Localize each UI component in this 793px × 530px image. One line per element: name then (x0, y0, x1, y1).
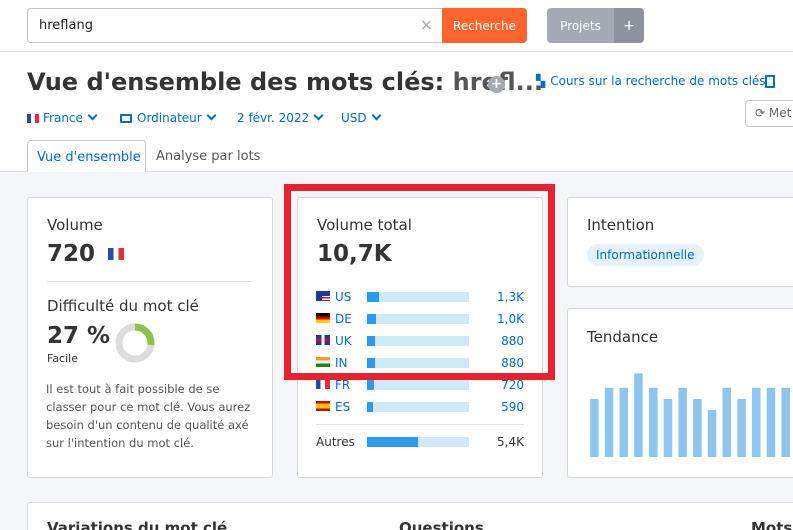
trend-bar (634, 373, 643, 457)
date-filter-label: 2 févr. 2022 (237, 111, 310, 125)
trend-bar (678, 387, 687, 457)
page-title-prefix: Vue d'ensemble des mots clés: (27, 68, 445, 96)
chevron-down-icon (371, 110, 382, 121)
intent-card (567, 197, 793, 287)
difficulty-title: Difficulté du mot clé (47, 297, 199, 315)
trend-bar (737, 399, 746, 457)
others-value: 5,4K (497, 435, 524, 449)
chevron-down-icon (313, 110, 324, 121)
country-value[interactable]: 590 (501, 400, 524, 414)
trend-bar (619, 387, 628, 457)
clear-icon[interactable]: × (420, 17, 433, 33)
trend-bar (781, 387, 790, 457)
country-bar-fill (367, 402, 374, 412)
mots-title: Mots (751, 519, 793, 530)
course-link[interactable]: ▚ Cours sur la recherche de mots clés (536, 74, 766, 88)
currency-filter-label: USD (341, 111, 367, 125)
refresh-button[interactable]: ⟳ Met (745, 100, 793, 127)
trend-chart (590, 373, 790, 457)
others-bar-fill (367, 437, 418, 447)
difficulty-value: 27 % (47, 323, 111, 349)
highlight-frame (284, 184, 555, 380)
country-filter-label: France (43, 111, 83, 125)
refresh-label: Met (768, 106, 792, 120)
device-filter-label: Ordinateur (137, 111, 202, 125)
country-bar (367, 380, 469, 390)
trend-bar (649, 387, 658, 457)
trend-bar (663, 399, 673, 457)
add-project-button[interactable]: + (614, 8, 644, 43)
others-label: Autres (316, 435, 355, 449)
variations-title: Variations du mot clé (47, 519, 228, 530)
intent-badge: Informationnelle (587, 244, 704, 266)
volume-title: Volume (47, 216, 103, 234)
projects-button[interactable]: Projets (547, 8, 614, 43)
country-row-es[interactable]: ES 590 (316, 400, 524, 414)
intent-title: Intention (587, 216, 655, 234)
currency-filter[interactable]: USD (341, 110, 382, 125)
trend-bar (693, 399, 702, 457)
add-to-list-icon[interactable]: + (488, 76, 505, 93)
tab-bulk-analysis[interactable]: Analyse par lots (147, 140, 269, 172)
divider (316, 424, 524, 425)
country-bar (367, 402, 469, 412)
others-bar (367, 437, 469, 447)
difficulty-label: Facile (47, 352, 78, 365)
top-bar: hreflang × Recherche Projets + (0, 0, 793, 52)
document-icon[interactable] (765, 75, 775, 88)
trend-bar (752, 387, 761, 457)
france-flag-icon (27, 114, 39, 123)
desktop-icon (120, 114, 132, 123)
graduation-cap-icon: ▚ (536, 74, 546, 88)
trend-bar (604, 387, 614, 457)
chevron-down-icon (87, 110, 98, 121)
trend-bar (590, 399, 599, 457)
difficulty-donut (115, 323, 155, 363)
trend-bar (766, 387, 776, 457)
search-value: hreflang (39, 18, 93, 33)
divider (47, 281, 253, 282)
search-button[interactable]: Recherche (442, 8, 527, 43)
trend-bar (707, 410, 717, 457)
page-title: Vue d'ensemble des mots clés: hrefl... (27, 68, 543, 96)
chevron-down-icon (206, 110, 217, 121)
country-filter[interactable]: France (27, 110, 98, 125)
country-value[interactable]: 720 (501, 378, 524, 392)
volume-number: 720 (47, 241, 96, 267)
questions-title: Questions (399, 519, 484, 530)
country-bar-fill (367, 380, 375, 390)
others-row: Autres 5,4K (316, 435, 524, 449)
search-input[interactable]: hreflang × (27, 8, 442, 43)
difficulty-description: Il est tout à fait possible de se classe… (46, 382, 251, 450)
volume-value: 720 (47, 241, 128, 267)
es-flag-icon (316, 401, 330, 411)
country-row-fr[interactable]: FR 720 (316, 378, 524, 392)
date-filter[interactable]: 2 févr. 2022 (237, 110, 324, 125)
fr-flag-icon (316, 379, 330, 389)
trend-title: Tendance (587, 328, 659, 346)
trend-bar (722, 387, 731, 457)
course-link-label: Cours sur la recherche de mots clés (550, 74, 766, 88)
country-code[interactable]: FR (335, 378, 350, 392)
refresh-icon: ⟳ (755, 106, 766, 120)
country-code[interactable]: ES (335, 400, 350, 414)
tab-overview[interactable]: Vue d'ensemble (27, 140, 146, 172)
device-filter[interactable]: Ordinateur (120, 110, 217, 125)
page-header: Vue d'ensemble des mots clés: hrefl... +… (0, 52, 793, 172)
france-flag-icon (108, 248, 125, 260)
